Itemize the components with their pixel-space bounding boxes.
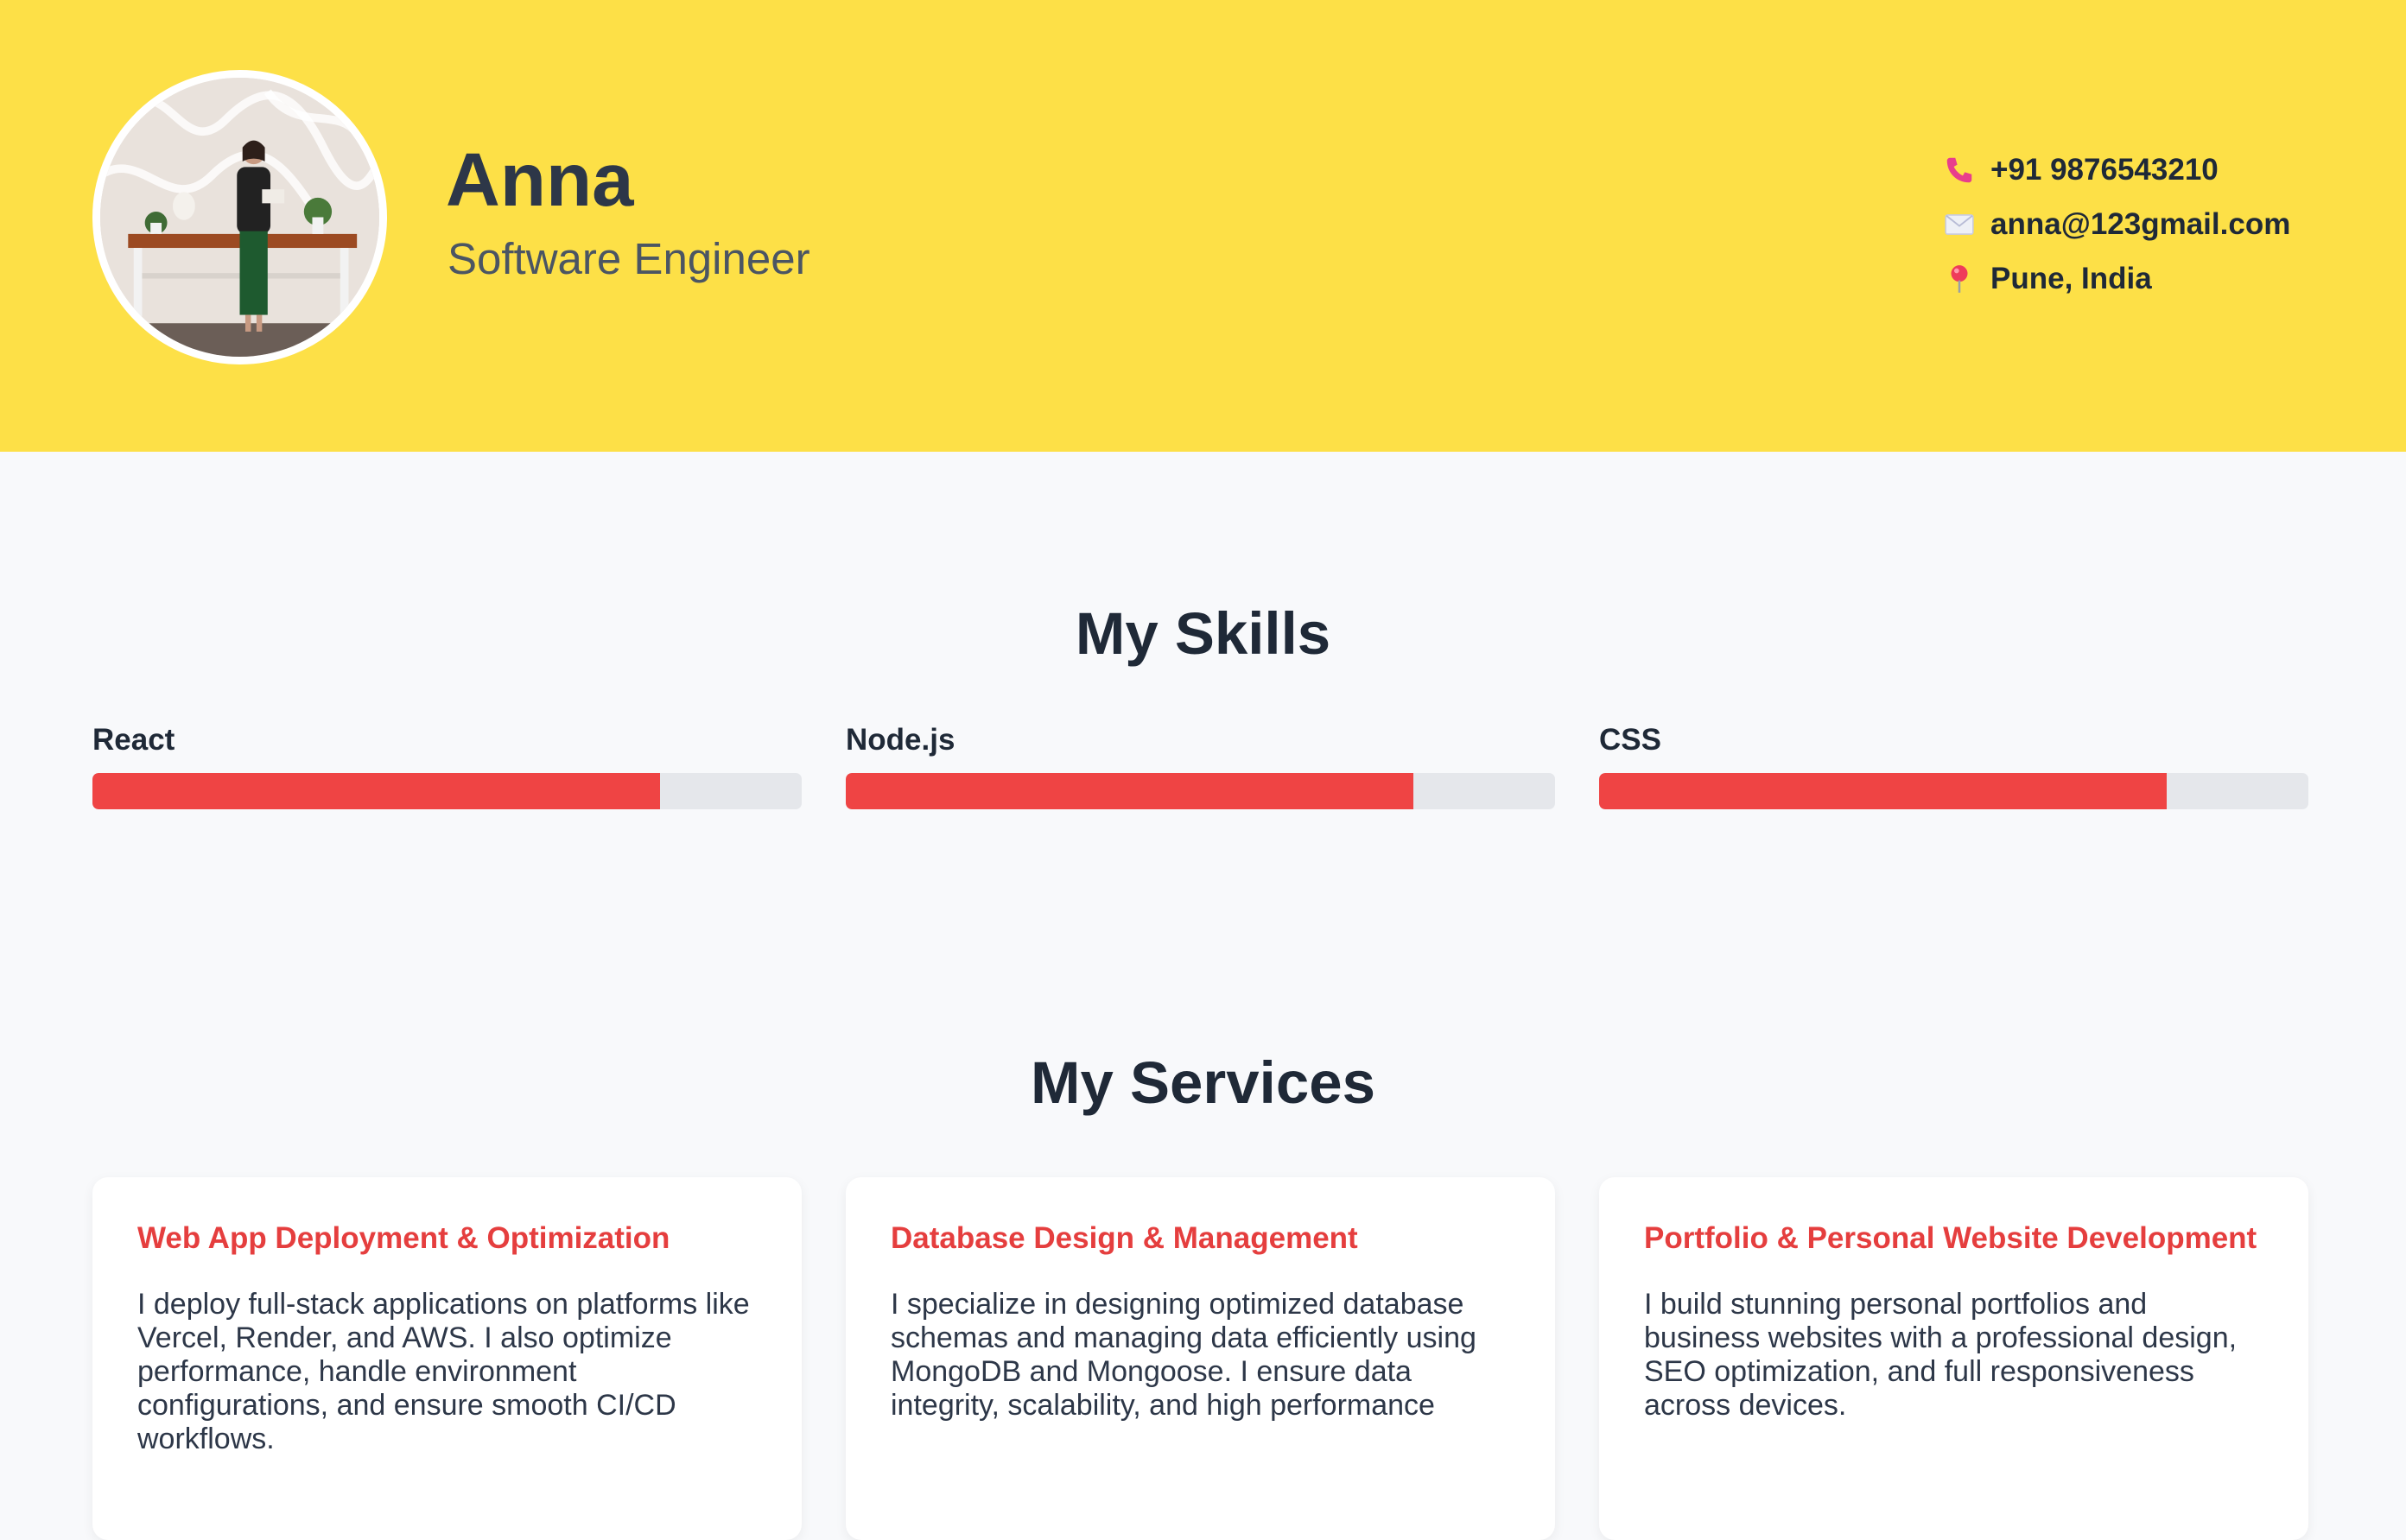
- contact-location[interactable]: Pune, India: [1942, 251, 2290, 306]
- email-address: anna@123gmail.com: [1990, 206, 2291, 241]
- skill-progress-fill: [92, 773, 660, 809]
- skills-title: My Skills: [1075, 600, 1331, 667]
- service-card-title: Database Design & Management: [891, 1221, 1358, 1255]
- skill-progress-bar: [846, 773, 1555, 809]
- service-card-description: I build stunning personal portfolios and…: [1644, 1288, 2238, 1423]
- service-card-description: I specialize in designing optimized data…: [891, 1288, 1476, 1423]
- profile-photo: [100, 78, 379, 357]
- skill-progress-bar: [92, 773, 802, 809]
- contact-email[interactable]: anna@123gmail.com: [1942, 197, 2290, 251]
- skill-nodejs: Node.js: [846, 723, 1555, 809]
- skill-react: React: [92, 723, 802, 809]
- location-text: Pune, India: [1990, 261, 2152, 295]
- profile-avatar: [92, 70, 387, 364]
- profile-name: Anna: [446, 138, 634, 222]
- skill-label: CSS: [1599, 723, 1661, 757]
- skill-label: Node.js: [846, 723, 955, 757]
- skill-label: React: [92, 723, 175, 757]
- service-card: Portfolio & Personal Website Development…: [1599, 1177, 2308, 1540]
- contact-phone[interactable]: +91 9876543210: [1942, 143, 2290, 197]
- skill-progress-fill: [846, 773, 1413, 809]
- pin-icon: [1942, 262, 1977, 296]
- service-card-title: Portfolio & Personal Website Development: [1644, 1221, 2257, 1255]
- service-card-title: Web App Deployment & Optimization: [137, 1221, 670, 1255]
- service-card-description: I deploy full-stack applications on plat…: [137, 1288, 750, 1456]
- phone-number: +91 9876543210: [1990, 152, 2219, 187]
- service-card: Database Design & Management I specializ…: [846, 1177, 1555, 1540]
- phone-icon: [1942, 153, 1977, 187]
- service-card: Web App Deployment & Optimization I depl…: [92, 1177, 802, 1540]
- profile-header: Anna Software Engineer +91 9876543210 an…: [0, 0, 2406, 452]
- skill-css: CSS: [1599, 723, 2308, 809]
- envelope-icon: [1942, 207, 1977, 242]
- contact-list: +91 9876543210 anna@123gmail.com Pune, I…: [1942, 143, 2290, 306]
- profile-role: Software Engineer: [448, 234, 810, 283]
- skill-progress-bar: [1599, 773, 2308, 809]
- services-title: My Services: [1031, 1049, 1375, 1116]
- skill-progress-fill: [1599, 773, 2167, 809]
